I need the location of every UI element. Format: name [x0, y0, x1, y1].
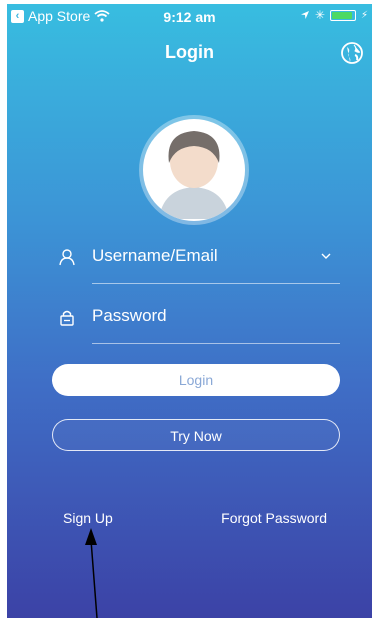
sign-up-link[interactable]: Sign Up	[63, 510, 113, 526]
login-screen: ‹ App Store 9:12 am ✳ ⚡ Login Username/E…	[7, 4, 372, 618]
forgot-password-link[interactable]: Forgot Password	[221, 510, 327, 526]
username-underline	[92, 283, 340, 284]
username-field[interactable]: Username/Email	[52, 240, 340, 284]
password-underline	[92, 343, 340, 344]
chevron-down-icon[interactable]	[320, 250, 332, 262]
globe-icon[interactable]	[341, 42, 363, 64]
battery-icon	[329, 9, 356, 21]
page-title: Login	[165, 42, 214, 62]
password-field[interactable]: Password	[52, 300, 340, 344]
lock-icon	[60, 310, 74, 326]
username-label: Username/Email	[92, 246, 218, 265]
login-button[interactable]: Login	[52, 364, 340, 396]
avatar-icon	[159, 131, 229, 219]
status-right: ✳ ⚡	[300, 8, 368, 22]
bluetooth-icon: ✳	[314, 8, 325, 22]
charging-icon: ⚡	[360, 9, 368, 21]
try-now-button[interactable]: Try Now	[52, 419, 340, 451]
avatar	[143, 119, 245, 221]
status-bar: ‹ App Store 9:12 am ✳ ⚡	[7, 4, 372, 28]
password-label: Password	[92, 306, 167, 325]
user-icon	[59, 249, 75, 266]
location-icon	[300, 11, 309, 19]
